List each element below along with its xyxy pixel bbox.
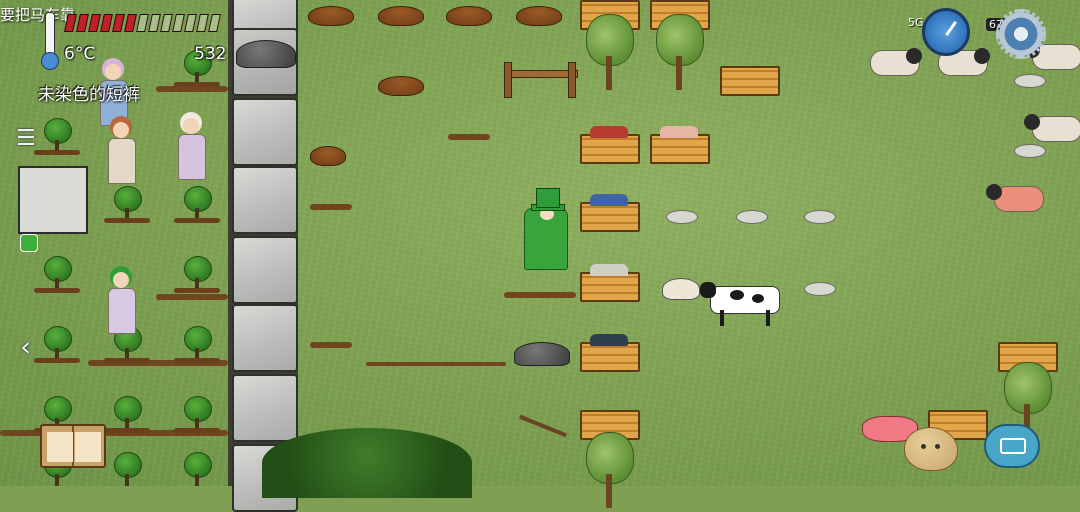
- food-pip: [208, 14, 221, 32]
- dirt-mound[interactable]: [308, 6, 354, 26]
- wooden-box[interactable]: [580, 264, 640, 302]
- berry-bush[interactable]: [174, 396, 220, 434]
- held-item-label: 未染色的短裤: [38, 85, 140, 105]
- cow[interactable]: [700, 282, 782, 330]
- held-item-slot[interactable]: [18, 166, 88, 234]
- wooden-box[interactable]: [650, 126, 710, 164]
- soil-row: [366, 362, 506, 366]
- food-pip: [100, 14, 113, 32]
- berry-bush[interactable]: [34, 118, 80, 156]
- stone-tile: [232, 374, 298, 442]
- berry-bush[interactable]: [174, 326, 220, 364]
- gooseberry-tree[interactable]: [586, 432, 634, 508]
- dirt-mound[interactable]: [446, 6, 492, 26]
- sheep-dung[interactable]: [666, 210, 698, 224]
- food-pip: [184, 14, 197, 32]
- soil-row: [310, 342, 352, 348]
- thermometer-icon: [40, 12, 59, 70]
- rock-pile[interactable]: [236, 40, 296, 68]
- gooseberry-tree[interactable]: [656, 14, 704, 94]
- berry-bush[interactable]: [112, 452, 142, 490]
- book-icon[interactable]: [40, 424, 106, 468]
- wooden-box[interactable]: [580, 194, 640, 232]
- green-indicator-icon[interactable]: [20, 234, 38, 252]
- food-pip: [148, 14, 161, 32]
- clock-icon[interactable]: [922, 8, 970, 56]
- berry-bush[interactable]: [182, 452, 212, 490]
- soil-row: [156, 294, 228, 300]
- food-pip: [136, 14, 149, 32]
- dirt-mound[interactable]: [378, 6, 424, 26]
- villager[interactable]: [174, 110, 208, 186]
- sheep-dung[interactable]: [1014, 144, 1046, 158]
- food-pip: [196, 14, 209, 32]
- dirt-mound[interactable]: [378, 76, 424, 96]
- rock-pile[interactable]: [514, 342, 570, 366]
- wooden-box[interactable]: [720, 66, 780, 96]
- food-pip: [124, 14, 137, 32]
- soil-row: [448, 134, 490, 140]
- stone-tile: [232, 236, 298, 304]
- berry-bush[interactable]: [34, 326, 80, 364]
- villager[interactable]: [104, 114, 138, 190]
- temperature-readout: 6°C: [64, 44, 96, 64]
- food-pip: [112, 14, 125, 32]
- food-pip: [88, 14, 101, 32]
- berry-bush[interactable]: [174, 256, 220, 294]
- sheep-dung[interactable]: [804, 210, 836, 224]
- keyboard-icon[interactable]: [984, 424, 1040, 468]
- dirt-mound[interactable]: [310, 146, 346, 166]
- berry-bush[interactable]: [174, 186, 220, 224]
- food-pip: [160, 14, 173, 32]
- food-pip: [76, 14, 89, 32]
- yum-counter: 532: [194, 44, 227, 64]
- villager[interactable]: [104, 264, 138, 340]
- berry-bush[interactable]: [104, 186, 150, 224]
- berry-bush[interactable]: [34, 256, 80, 294]
- wooden-box[interactable]: [580, 334, 640, 372]
- sheep[interactable]: [1024, 112, 1080, 146]
- signal-status: 5G: [908, 16, 924, 29]
- sheep-dung[interactable]: [1014, 74, 1046, 88]
- wooden-fence[interactable]: [504, 62, 578, 98]
- gooseberry-tree[interactable]: [586, 14, 634, 94]
- sheep-dung[interactable]: [736, 210, 768, 224]
- food-meter: [64, 14, 226, 32]
- potato-emote-icon[interactable]: [904, 427, 958, 471]
- stone-tile: [232, 98, 298, 166]
- soil-row: [504, 292, 576, 298]
- menu-icon[interactable]: ☰: [16, 126, 36, 151]
- chat-message: 要把马车靠: [0, 6, 76, 24]
- sheep[interactable]: [862, 46, 922, 80]
- soil-row: [310, 204, 352, 210]
- sheep-dung[interactable]: [804, 282, 836, 296]
- food-pip: [64, 14, 77, 32]
- hedge-bush[interactable]: [262, 428, 472, 498]
- dirt-mound[interactable]: [516, 6, 562, 26]
- stone-tile: [232, 166, 298, 234]
- berry-bush[interactable]: [104, 396, 150, 434]
- food-pip: [172, 14, 185, 32]
- wooden-box[interactable]: [580, 126, 640, 164]
- gear-icon[interactable]: [996, 9, 1046, 59]
- shorn-sheep[interactable]: [986, 182, 1046, 216]
- stone-tile: [232, 304, 298, 372]
- player-character[interactable]: [522, 188, 572, 278]
- back-chevron-icon[interactable]: ‹: [20, 330, 31, 363]
- straw-hat[interactable]: [662, 278, 700, 300]
